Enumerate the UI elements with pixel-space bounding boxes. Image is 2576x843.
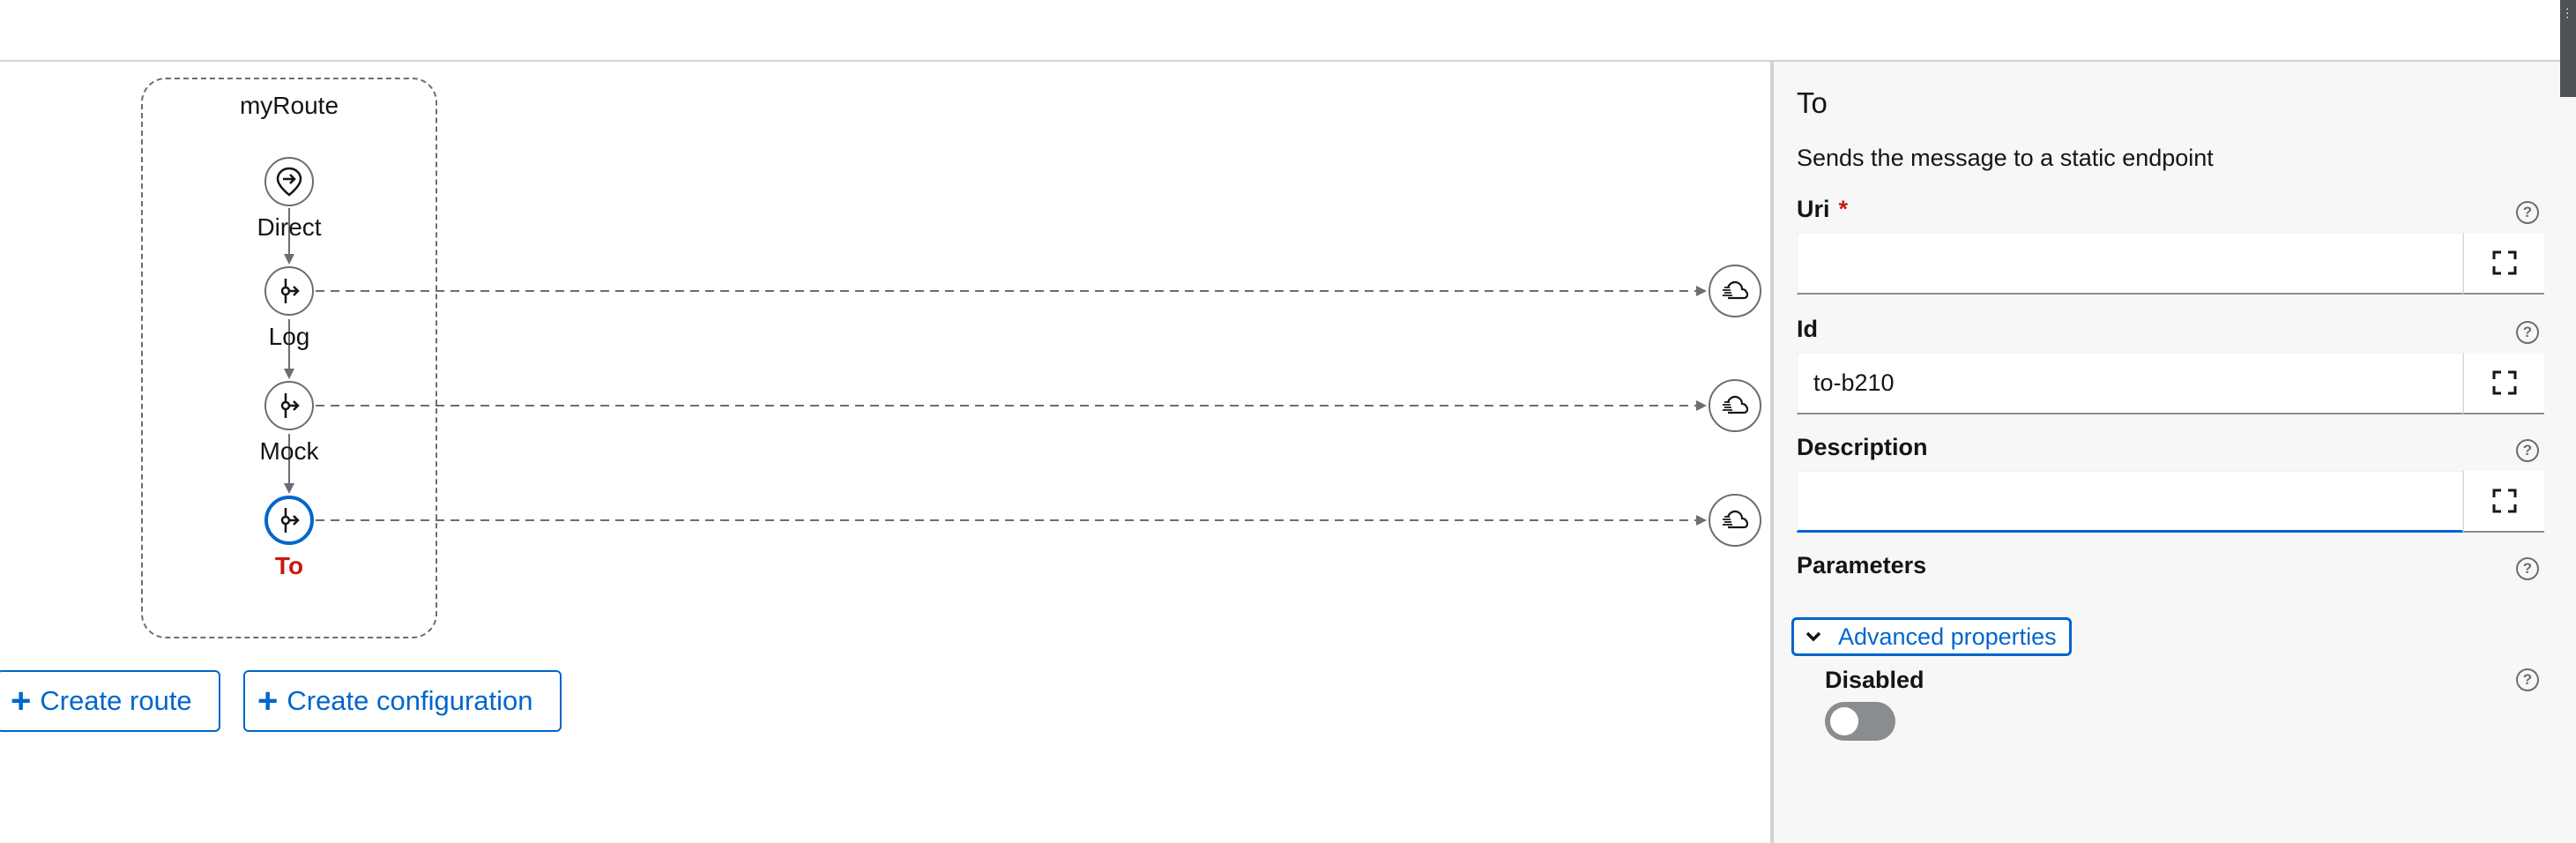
to-node-label: To (274, 552, 304, 579)
create-configuration-label: Create configuration (287, 685, 533, 716)
advanced-properties-toggle[interactable]: Advanced properties (1791, 617, 2072, 656)
description-input[interactable] (1797, 471, 2463, 533)
plus-icon: + (11, 682, 32, 720)
id-input[interactable]: to-b210 (1797, 353, 2463, 414)
log-node-label: Log (268, 323, 310, 350)
expand-icon (2492, 489, 2516, 513)
parameters-help-icon[interactable]: ? (2516, 557, 2539, 580)
description-help-icon[interactable]: ? (2516, 439, 2539, 462)
advanced-properties-label: Advanced properties (1838, 623, 2057, 650)
create-route-label: Create route (40, 685, 192, 716)
cloud-endpoint-icon (1723, 510, 1749, 529)
log-endpoint-node[interactable] (1709, 265, 1761, 317)
cloud-endpoint-icon (1723, 395, 1749, 414)
description-label: Description (1797, 434, 1928, 460)
log-node[interactable] (264, 266, 314, 316)
direct-node-label: Direct (257, 213, 322, 241)
mock-node-label: Mock (259, 437, 319, 465)
side-drawer-tab[interactable]: ⋯ (2560, 0, 2576, 97)
cloud-endpoint-icon (1723, 280, 1749, 300)
uri-label: Uri (1797, 196, 1830, 222)
expand-icon (2492, 250, 2516, 275)
id-help-icon[interactable]: ? (2516, 321, 2539, 344)
disabled-switch[interactable] (1825, 702, 1895, 741)
plus-icon: + (257, 682, 279, 720)
description-expand-button[interactable] (2463, 471, 2544, 533)
panel-title: To (1797, 86, 1828, 119)
disabled-help-icon[interactable]: ? (2516, 668, 2539, 691)
id-expand-button[interactable] (2463, 353, 2544, 414)
create-route-button[interactable]: + Create route (0, 670, 220, 732)
properties-panel: To Sends the message to a static endpoin… (1770, 62, 2576, 843)
expand-icon (2492, 370, 2516, 395)
direct-pin-icon (276, 167, 302, 197)
uri-label-row: Uri * (1797, 196, 1848, 223)
mock-node[interactable] (264, 381, 314, 430)
id-label: Id (1797, 316, 1818, 342)
route-title: myRoute (239, 92, 339, 119)
parameters-label: Parameters (1797, 552, 1927, 578)
to-endpoint-node[interactable] (1709, 494, 1761, 547)
log-processor-icon (280, 279, 300, 303)
mock-endpoint-node[interactable] (1709, 379, 1761, 432)
create-configuration-button[interactable]: + Create configuration (243, 670, 562, 732)
to-node[interactable] (264, 496, 314, 545)
switch-knob (1830, 707, 1858, 735)
to-processor-icon (280, 508, 300, 533)
direct-node[interactable] (264, 157, 314, 206)
uri-help-icon[interactable]: ? (2516, 201, 2539, 224)
chevron-down-icon (1805, 630, 1822, 643)
route-canvas[interactable]: myRoute Direct Log Mock To + Create rout… (0, 62, 1770, 843)
top-toolbar (0, 0, 2576, 62)
uri-input[interactable] (1797, 233, 2463, 295)
disabled-label: Disabled (1825, 667, 1925, 693)
mock-processor-icon (280, 393, 300, 418)
uri-expand-button[interactable] (2463, 233, 2544, 295)
panel-description: Sends the message to a static endpoint (1797, 145, 2214, 171)
required-marker: * (1838, 196, 1849, 222)
side-drawer-tab-glyph: ⋯ (2561, 7, 2575, 19)
